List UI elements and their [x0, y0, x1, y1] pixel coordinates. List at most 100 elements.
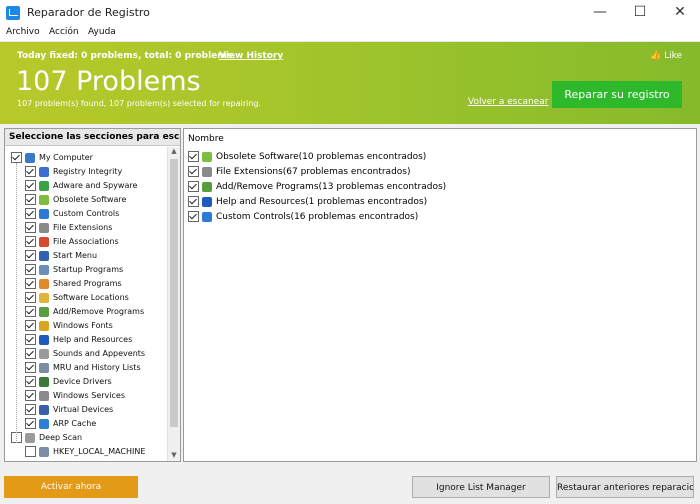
checkbox[interactable]	[11, 152, 22, 163]
checkbox[interactable]	[25, 306, 36, 317]
tree-item-hklm[interactable]: HKEY_LOCAL_MACHINE	[25, 445, 145, 459]
result-row[interactable]: Help and Resources(1 problemas encontrad…	[188, 195, 427, 209]
results-panel: Nombre Obsolete Software(10 problemas en…	[183, 128, 697, 462]
tree-guide-line	[16, 163, 17, 443]
checkbox[interactable]	[25, 376, 36, 387]
checkbox[interactable]	[25, 320, 36, 331]
checkbox[interactable]	[25, 180, 36, 191]
tree-item[interactable]: Windows Services	[25, 389, 125, 403]
tree-item[interactable]: Device Drivers	[25, 375, 112, 389]
result-row[interactable]: File Extensions(67 problemas encontrados…	[188, 165, 410, 179]
tree-item-label: My Computer	[39, 153, 93, 162]
result-label: Help and Resources(1 problemas encontrad…	[216, 197, 428, 207]
sections-scrollbar[interactable]: ▲ ▼	[167, 147, 180, 461]
tree-item-label: Obsolete Software	[53, 195, 127, 204]
tree-item-label: Shared Programs	[53, 279, 122, 288]
device-drivers-icon	[39, 376, 49, 387]
checkbox[interactable]	[25, 418, 36, 429]
restore-repairs-button[interactable]: Restaurar anteriores reparacio...	[556, 476, 694, 498]
checkbox[interactable]	[25, 166, 36, 177]
tree-item-label: Add/Remove Programs	[53, 307, 145, 316]
checkbox[interactable]	[25, 222, 36, 233]
obsolete-software-icon	[202, 151, 212, 162]
mru-history-icon	[39, 362, 49, 373]
tree-item-label: Startup Programs	[53, 265, 124, 274]
tree-item[interactable]: Startup Programs	[25, 263, 123, 277]
custom-controls-icon	[202, 211, 212, 222]
activate-button[interactable]: Activar ahora	[4, 476, 138, 498]
tree-item[interactable]: Sounds and Appevents	[25, 347, 145, 361]
tree-item[interactable]: Virtual Devices	[25, 403, 113, 417]
tree-item[interactable]: Help and Resources	[25, 333, 132, 347]
tree-item[interactable]: Software Locations	[25, 291, 129, 305]
scroll-up-icon[interactable]: ▲	[168, 147, 180, 157]
checkbox[interactable]	[188, 166, 199, 177]
checkbox[interactable]	[188, 181, 199, 192]
checkbox[interactable]	[25, 334, 36, 345]
checkbox[interactable]	[25, 264, 36, 275]
tree-item-label: MRU and History Lists	[53, 363, 141, 372]
tree-item[interactable]: Adware and Spyware	[25, 179, 137, 193]
tree-item[interactable]: Add/Remove Programs	[25, 305, 144, 319]
checkbox[interactable]	[25, 390, 36, 401]
checkbox[interactable]	[25, 348, 36, 359]
checkbox[interactable]	[25, 362, 36, 373]
checkbox[interactable]	[25, 292, 36, 303]
checkbox[interactable]	[25, 250, 36, 261]
menu-ayuda[interactable]: Ayuda	[88, 27, 116, 37]
tree-item-label: Custom Controls	[53, 209, 120, 218]
startup-programs-icon	[39, 264, 49, 275]
ignore-list-button[interactable]: Ignore List Manager	[412, 476, 550, 498]
checkbox[interactable]	[25, 194, 36, 205]
checkbox[interactable]	[25, 446, 36, 457]
tree-item[interactable]: ARP Cache	[25, 417, 96, 431]
tree-item-my-computer[interactable]: My Computer	[11, 151, 93, 165]
tree-item-label: ARP Cache	[53, 419, 97, 428]
checkbox[interactable]	[188, 151, 199, 162]
tree-item[interactable]: Windows Fonts	[25, 319, 113, 333]
like-label: Like	[664, 51, 683, 61]
result-row[interactable]: Obsolete Software(10 problemas encontrad…	[188, 150, 426, 164]
checkbox[interactable]	[188, 196, 199, 207]
checkbox[interactable]	[25, 236, 36, 247]
problems-headline: 107 Problems	[16, 66, 201, 97]
tree-item[interactable]: MRU and History Lists	[25, 361, 141, 375]
tree-item[interactable]: File Extensions	[25, 221, 112, 235]
tree-item-label: Registry Integrity	[53, 167, 123, 176]
close-button[interactable]: ✕	[660, 0, 700, 26]
computer-icon	[25, 152, 35, 163]
rescan-link[interactable]: Volver a escanear	[468, 97, 548, 107]
tree-item[interactable]: Shared Programs	[25, 277, 122, 291]
tree-item[interactable]: File Associations	[25, 235, 119, 249]
checkbox[interactable]	[25, 278, 36, 289]
scroll-thumb[interactable]	[170, 159, 178, 427]
checkbox[interactable]	[188, 211, 199, 222]
tree-item[interactable]: Obsolete Software	[25, 193, 126, 207]
tree-item[interactable]: Start Menu	[25, 249, 97, 263]
checkbox[interactable]	[25, 404, 36, 415]
tree-item[interactable]: Custom Controls	[25, 207, 119, 221]
windows-fonts-icon	[39, 320, 49, 331]
result-row[interactable]: Custom Controls(16 problemas encontrados…	[188, 210, 418, 224]
search-icon	[25, 432, 35, 443]
result-label: Custom Controls(16 problemas encontrados…	[216, 212, 419, 222]
obsolete-software-icon	[39, 194, 49, 205]
minimize-button[interactable]: —	[580, 0, 620, 26]
menu-archivo[interactable]: Archivo	[6, 27, 40, 37]
custom-controls-icon	[39, 208, 49, 219]
tree-item[interactable]: Registry Integrity	[25, 165, 122, 179]
column-header-nombre: Nombre	[188, 134, 224, 144]
tree-item-deep-scan[interactable]: Deep Scan	[11, 431, 82, 445]
repair-button[interactable]: Reparar su registro	[552, 81, 682, 108]
checkbox[interactable]	[25, 208, 36, 219]
tree-item-label: Sounds and Appevents	[53, 349, 146, 358]
like-button[interactable]: 👍 Like	[650, 51, 682, 61]
maximize-button[interactable]: ☐	[620, 0, 660, 26]
tree-item-label: Deep Scan	[39, 433, 83, 442]
scroll-down-icon[interactable]: ▼	[168, 451, 180, 461]
result-row[interactable]: Add/Remove Programs(13 problemas encontr…	[188, 180, 446, 194]
tree-item-label: Help and Resources	[53, 335, 133, 344]
view-history-link[interactable]: View History	[219, 51, 283, 61]
menu-accion[interactable]: Acción	[49, 27, 79, 37]
adware-icon	[39, 180, 49, 191]
